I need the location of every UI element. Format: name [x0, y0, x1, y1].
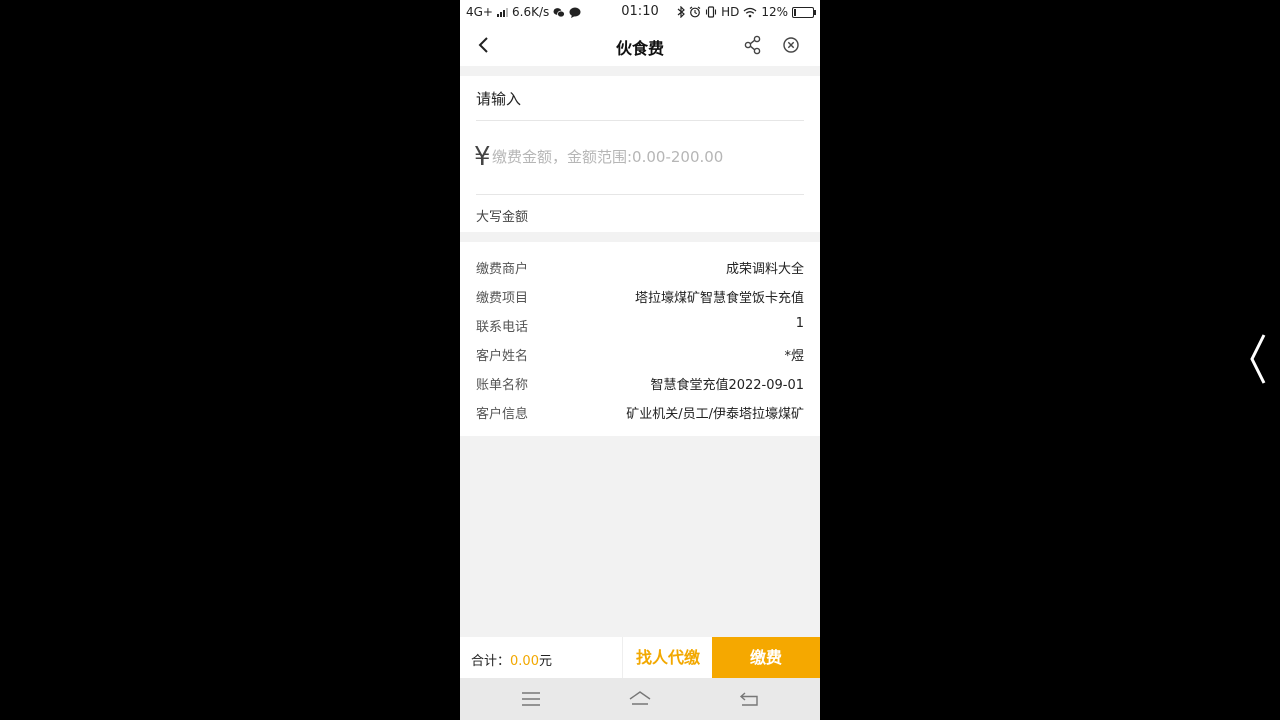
currency-symbol: ¥: [474, 142, 491, 172]
bottom-bar: 合计：0.00元 找人代缴 缴费: [460, 637, 820, 678]
detail-row-merchant: 缴费商户 成荣调料大全: [476, 256, 804, 278]
close-circle-icon[interactable]: [780, 34, 802, 56]
pay-button[interactable]: 缴费: [712, 637, 820, 678]
detail-label: 缴费项目: [476, 291, 529, 306]
detail-value: 智慧食堂充值2022-09-01: [650, 378, 804, 393]
capital-amount-label: 大写金额: [476, 210, 529, 225]
edge-swipe-handle-icon[interactable]: [1246, 332, 1270, 386]
detail-row-name: 客户姓名 *煜: [476, 343, 804, 365]
detail-row-bill: 账单名称 智慧食堂充值2022-09-01: [476, 372, 804, 394]
proxy-pay-button[interactable]: 找人代缴: [622, 637, 713, 678]
input-label: 请输入: [476, 90, 522, 108]
status-right: HD 12%: [677, 5, 816, 19]
battery-level: [794, 8, 796, 16]
detail-label: 联系电话: [476, 320, 529, 335]
battery-percent: 12%: [761, 5, 788, 19]
detail-label: 客户信息: [476, 407, 529, 422]
return-icon[interactable]: [737, 688, 761, 710]
detail-value: 矿业机关/员工/伊泰塔拉壕煤矿: [626, 407, 804, 422]
total-amount: 0.00: [510, 654, 539, 669]
wifi-icon: [743, 7, 757, 17]
divider: [476, 120, 804, 121]
hd-indicator: HD: [721, 5, 740, 19]
bluetooth-icon: [677, 6, 685, 18]
detail-value: 塔拉壕煤矿智慧食堂饭卡充值: [634, 291, 804, 306]
system-nav-bar: [460, 678, 820, 720]
total-unit: 元: [538, 654, 552, 669]
phone-screen: 4G+ 6.6K/s 01:10 HD 12% 伙食费 请输入 ¥ 大写金额: [460, 0, 820, 720]
detail-value: 1: [795, 316, 804, 331]
amount-card: 请输入 ¥ 大写金额: [460, 76, 820, 232]
total: 合计：0.00元: [471, 650, 552, 669]
detail-label: 客户姓名: [476, 349, 529, 364]
share-icon[interactable]: [742, 34, 764, 56]
home-icon[interactable]: [628, 688, 652, 710]
battery-icon: [792, 6, 816, 18]
detail-value: *煜: [784, 349, 804, 364]
alarm-icon: [689, 6, 701, 18]
status-bar: 4G+ 6.6K/s 01:10 HD 12%: [460, 0, 820, 24]
vibrate-icon: [706, 6, 717, 18]
detail-value: 成荣调料大全: [725, 262, 804, 277]
detail-row-item: 缴费项目 塔拉壕煤矿智慧食堂饭卡充值: [476, 285, 804, 307]
menu-icon[interactable]: [519, 688, 543, 710]
detail-label: 账单名称: [476, 378, 529, 393]
amount-input[interactable]: [492, 144, 792, 170]
page-title: 伙食费: [615, 39, 664, 58]
details-card: 缴费商户 成荣调料大全 缴费项目 塔拉壕煤矿智慧食堂饭卡充值 联系电话 1 客户…: [460, 242, 820, 436]
detail-row-phone: 联系电话 1: [476, 314, 804, 336]
divider: [476, 194, 804, 195]
detail-label: 缴费商户: [476, 262, 529, 277]
nav-bar: 伙食费: [460, 24, 820, 66]
total-label: 合计：: [471, 654, 511, 669]
detail-row-customer-info: 客户信息 矿业机关/员工/伊泰塔拉壕煤矿: [476, 401, 804, 423]
